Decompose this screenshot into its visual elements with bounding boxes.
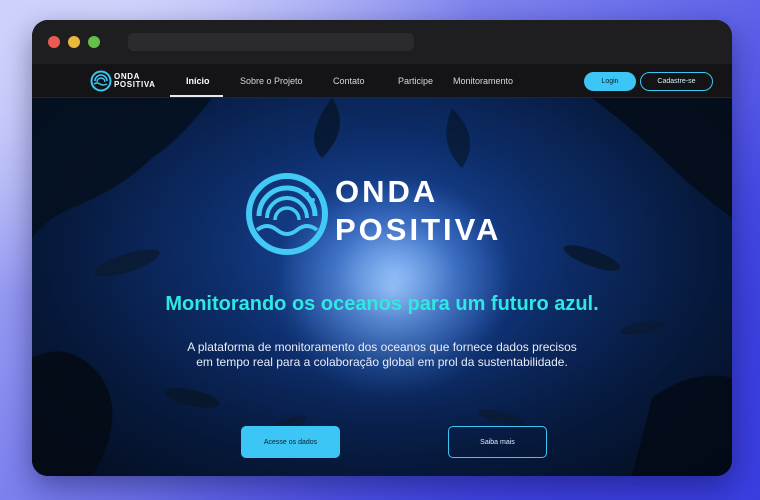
login-button[interactable]: Login: [584, 72, 636, 91]
title-bar: [32, 20, 732, 64]
nav-item-participe[interactable]: Participe: [398, 76, 433, 86]
signup-button[interactable]: Cadastre-se: [640, 72, 713, 91]
hero-description: A plataforma de monitoramento dos oceano…: [187, 340, 577, 369]
ocean-background-image: [32, 98, 732, 476]
hero-wordmark-line2: POSITIVA: [335, 212, 502, 247]
browser-window: ONDA POSITIVA Início Sobre o Projeto Con…: [32, 20, 732, 476]
hero-logo: ONDA POSITIVA: [245, 172, 503, 258]
background-frame: ONDA POSITIVA Início Sobre o Projeto Con…: [0, 0, 760, 500]
access-data-button[interactable]: Acesse os dados: [241, 426, 340, 458]
hero-section: ONDA POSITIVA Monitorando os oceanos par…: [32, 98, 732, 476]
wave-logo-large-icon: [246, 173, 328, 255]
nav-item-inicio[interactable]: Início: [186, 76, 210, 86]
hero-wordmark-line1: ONDA: [335, 174, 439, 209]
wave-logo-icon: [90, 70, 112, 92]
active-tab-indicator: [170, 95, 223, 97]
hero-tagline: Monitorando os oceanos para um futuro az…: [165, 293, 599, 315]
nav-item-contato[interactable]: Contato: [333, 76, 365, 86]
maximize-window-button[interactable]: [88, 36, 100, 48]
nav-item-sobre-o-projeto[interactable]: Sobre o Projeto: [240, 76, 303, 86]
address-bar[interactable]: [128, 33, 414, 51]
nav-item-monitoramento[interactable]: Monitoramento: [453, 76, 513, 86]
learn-more-button[interactable]: Saiba mais: [448, 426, 547, 458]
minimize-window-button[interactable]: [68, 36, 80, 48]
brand-logo[interactable]: ONDA POSITIVA: [90, 70, 162, 92]
close-window-button[interactable]: [48, 36, 60, 48]
top-navigation: ONDA POSITIVA Início Sobre o Projeto Con…: [32, 64, 732, 98]
brand-wordmark: ONDA POSITIVA: [114, 72, 156, 89]
